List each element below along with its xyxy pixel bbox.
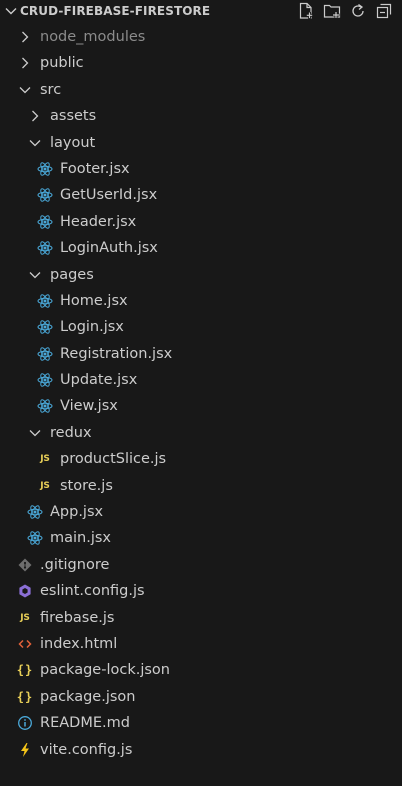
tree-item-label: public xyxy=(40,55,84,72)
react-icon xyxy=(37,319,53,335)
html-icon xyxy=(17,636,33,652)
new-file-button[interactable] xyxy=(296,1,316,21)
folder-public[interactable]: public xyxy=(0,50,402,76)
folder-redux[interactable]: redux xyxy=(0,420,402,446)
file-tree: node_modulespublic src assets layout Footer… xyxy=(0,24,402,763)
chevron-down-icon[interactable] xyxy=(27,135,43,151)
file-home-jsx[interactable]: Home.jsx xyxy=(0,288,402,314)
tree-item-label: View.jsx xyxy=(60,398,118,415)
vite-icon xyxy=(17,742,33,758)
react-icon xyxy=(37,187,53,203)
tree-item-label: eslint.config.js xyxy=(40,583,145,600)
tree-item-label: GetUserId.jsx xyxy=(60,187,158,204)
folder-node-modules[interactable]: node_modules xyxy=(0,24,402,50)
tree-item-label: pages xyxy=(50,266,94,283)
file-index-html[interactable]: index.html xyxy=(0,631,402,657)
react-icon xyxy=(37,214,53,230)
file-login-jsx[interactable]: Login.jsx xyxy=(0,314,402,340)
file-readme-md[interactable]: README.md xyxy=(0,710,402,736)
tree-item-label: store.js xyxy=(60,477,113,494)
file-gitignore[interactable]: .gitignore xyxy=(0,552,402,578)
folder-layout[interactable]: layout xyxy=(0,130,402,156)
file-vite-config-js[interactable]: vite.config.js xyxy=(0,737,402,763)
react-icon xyxy=(37,293,53,309)
tree-item-label: vite.config.js xyxy=(40,741,133,758)
tree-item-label: src xyxy=(40,81,62,98)
tree-item-label: index.html xyxy=(40,635,118,652)
collapse-all-icon xyxy=(376,3,392,19)
chevron-right-icon[interactable] xyxy=(17,29,33,45)
tree-item-label: main.jsx xyxy=(50,530,112,547)
file-package-lock-json[interactable]: {} package-lock.json xyxy=(0,657,402,683)
file-eslint-config-js[interactable]: eslint.config.js xyxy=(0,578,402,604)
folder-pages[interactable]: pages xyxy=(0,262,402,288)
folder-assets[interactable]: assets xyxy=(0,103,402,129)
tree-item-label: LoginAuth.jsx xyxy=(60,240,158,257)
tree-item-label: Footer.jsx xyxy=(60,160,130,177)
eslint-icon xyxy=(17,583,33,599)
file-app-jsx[interactable]: App.jsx xyxy=(0,499,402,525)
react-icon xyxy=(37,240,53,256)
tree-item-label: Header.jsx xyxy=(60,213,137,230)
new-folder-button[interactable] xyxy=(322,1,342,21)
tree-item-label: firebase.js xyxy=(40,609,115,626)
refresh-icon xyxy=(352,3,364,17)
react-icon xyxy=(37,161,53,177)
tree-item-label: Home.jsx xyxy=(60,292,128,309)
file-firebase-js[interactable]: JS firebase.js xyxy=(0,605,402,631)
file-store-js[interactable]: JS store.js xyxy=(0,473,402,499)
explorer-title: CRUD-FIREBASE-FIRESTORE xyxy=(20,4,211,18)
tree-item-label: layout xyxy=(50,134,96,151)
file-loginauth-jsx[interactable]: LoginAuth.jsx xyxy=(0,235,402,261)
react-icon xyxy=(37,372,53,388)
tree-item-label: Registration.jsx xyxy=(60,345,173,362)
tree-item-label: App.jsx xyxy=(50,504,104,521)
file-productslice-js[interactable]: JS productSlice.js xyxy=(0,446,402,472)
tree-item-label: package-lock.json xyxy=(40,662,170,679)
chevron-down-icon[interactable] xyxy=(27,425,43,441)
info-icon xyxy=(17,715,33,731)
refresh-button[interactable] xyxy=(348,1,368,21)
explorer-section-header[interactable]: CRUD-FIREBASE-FIRESTORE xyxy=(0,0,402,22)
chevron-down-icon[interactable] xyxy=(3,3,19,19)
tree-item-label: .gitignore xyxy=(40,556,110,573)
file-main-jsx[interactable]: main.jsx xyxy=(0,525,402,551)
chevron-right-icon[interactable] xyxy=(27,108,43,124)
file-explorer: CRUD-FIREBASE-FIRESTORE node_modules pub… xyxy=(0,0,402,786)
tree-item-label: redux xyxy=(50,424,92,441)
git-icon xyxy=(17,557,33,573)
tree-item-label: Update.jsx xyxy=(60,372,138,389)
javascript-icon: JS xyxy=(40,454,50,465)
tree-item-label: node_modules xyxy=(40,29,146,45)
new-folder-icon xyxy=(323,4,341,19)
file-getuserid-jsx[interactable]: GetUserId.jsx xyxy=(0,182,402,208)
json-icon: {} xyxy=(16,663,34,678)
react-icon xyxy=(27,530,43,546)
react-icon xyxy=(27,504,43,520)
collapse-all-button[interactable] xyxy=(374,1,394,21)
new-file-icon xyxy=(299,2,313,19)
tree-item-label: README.md xyxy=(40,715,130,732)
tree-item-label: package.json xyxy=(40,688,136,705)
tree-item-label: productSlice.js xyxy=(60,451,167,468)
react-icon xyxy=(37,346,53,362)
file-header-jsx[interactable]: Header.jsx xyxy=(0,209,402,235)
chevron-down-icon[interactable] xyxy=(27,267,43,283)
tree-item-label: Login.jsx xyxy=(60,319,124,336)
javascript-icon: JS xyxy=(40,480,50,491)
react-icon xyxy=(37,398,53,414)
file-footer-jsx[interactable]: Footer.jsx xyxy=(0,156,402,182)
folder-src[interactable]: src xyxy=(0,77,402,103)
file-update-jsx[interactable]: Update.jsx xyxy=(0,367,402,393)
file-registration-jsx[interactable]: Registration.jsx xyxy=(0,341,402,367)
javascript-icon: JS xyxy=(20,612,30,623)
chevron-right-icon[interactable] xyxy=(17,55,33,71)
json-icon: {} xyxy=(16,689,34,704)
tree-item-label: assets xyxy=(50,108,97,125)
chevron-down-icon[interactable] xyxy=(17,82,33,98)
file-view-jsx[interactable]: View.jsx xyxy=(0,393,402,419)
explorer-actions xyxy=(296,1,394,21)
file-package-json[interactable]: {} package.json xyxy=(0,684,402,710)
